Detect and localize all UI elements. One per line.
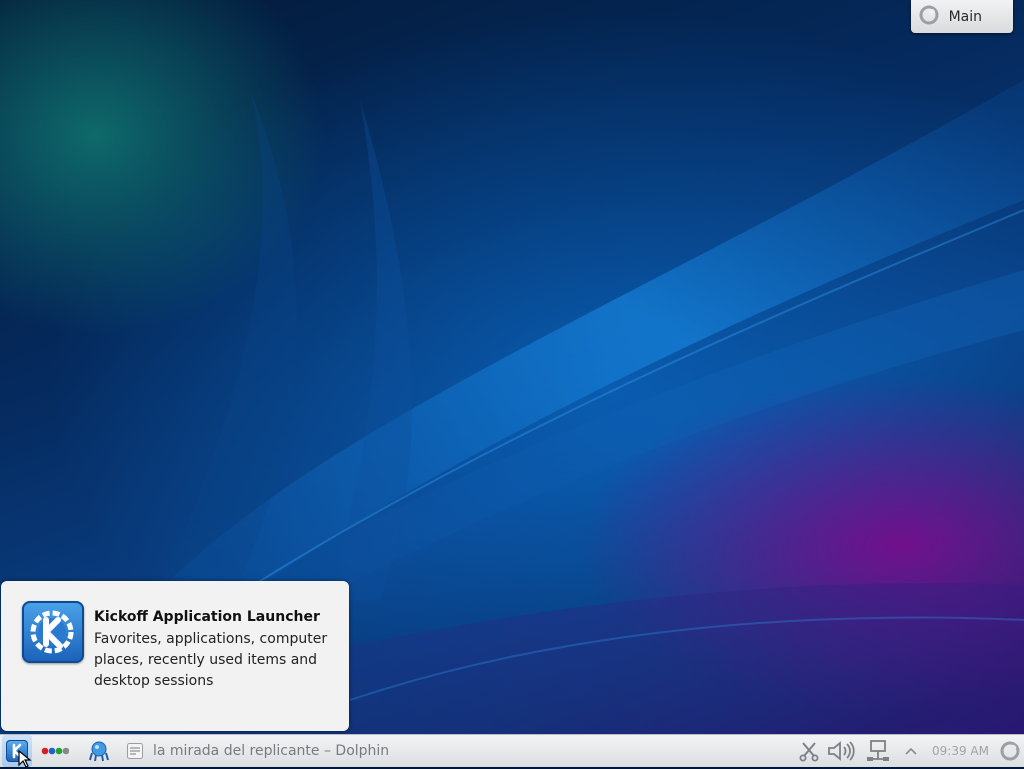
bottom-panel: la mirada del replicante – Dolphin 09:39… xyxy=(0,734,1024,768)
kickoff-tooltip: Kickoff Application Launcher Favorites, … xyxy=(1,581,349,731)
activity-label: Main xyxy=(948,8,982,25)
panel-toolbox-button[interactable] xyxy=(997,735,1023,767)
dolphin-file-manager-icon xyxy=(127,743,143,759)
mouse-cursor-icon xyxy=(18,749,32,768)
tooltip-title: Kickoff Application Launcher xyxy=(94,609,320,625)
plasma-cashew-icon xyxy=(1000,741,1020,761)
clock-time: 09:39 AM xyxy=(932,744,989,758)
tray-expand-button[interactable] xyxy=(902,735,920,767)
volume-tray-button[interactable] xyxy=(826,735,858,767)
konqueror-icon xyxy=(89,741,109,762)
tooltip-description: Favorites, applications, computer places… xyxy=(94,631,328,689)
activity-pager-button[interactable] xyxy=(40,735,70,767)
speaker-volume-icon xyxy=(828,741,855,761)
plasma-activity-icon xyxy=(919,5,939,25)
activity-dots-icon xyxy=(41,747,69,755)
network-tray-button[interactable] xyxy=(864,735,894,767)
expand-tray-arrow-icon xyxy=(905,747,917,755)
klipper-scissors-icon xyxy=(799,742,819,762)
task-label: la mirada del replicante – Dolphin xyxy=(153,743,390,759)
activity-switcher-button[interactable]: Main xyxy=(911,0,1013,33)
digital-clock[interactable]: 09:39 AM xyxy=(932,735,996,767)
clipboard-tray-button[interactable] xyxy=(796,735,822,767)
web-browser-launcher[interactable] xyxy=(86,735,112,767)
network-icon xyxy=(867,740,889,761)
kde-logo-icon xyxy=(22,601,84,663)
task-dolphin[interactable]: la mirada del replicante – Dolphin xyxy=(125,735,425,767)
